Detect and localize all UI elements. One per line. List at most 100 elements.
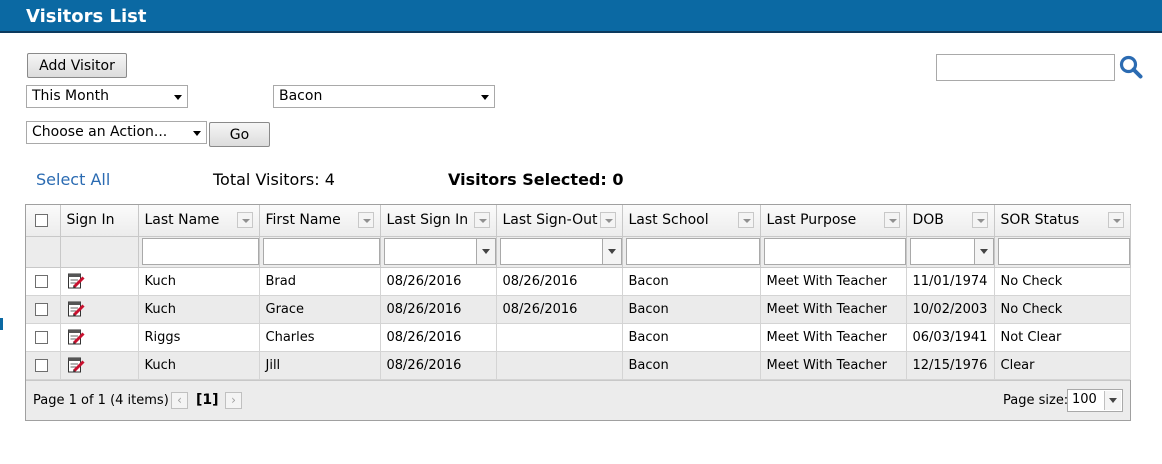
filter-last-sign-out[interactable] (496, 236, 623, 268)
cell-last-school: Bacon (622, 295, 761, 324)
cell-last-name: Kuch (138, 267, 260, 296)
filter-first-name[interactable] (259, 236, 381, 268)
filter-input[interactable] (262, 238, 379, 265)
cell-last-purpose: Meet With Teacher (760, 295, 907, 324)
column-header-last-purpose[interactable]: Last Purpose (760, 205, 907, 237)
search-icon[interactable] (1118, 54, 1144, 80)
column-menu-icon[interactable] (357, 212, 374, 228)
go-button[interactable]: Go (209, 122, 270, 147)
next-page-button[interactable]: › (225, 392, 242, 409)
filter-input[interactable] (625, 238, 759, 265)
filter-sor-status[interactable] (994, 236, 1131, 268)
checkbox[interactable] (35, 274, 48, 288)
visitors-grid: Sign In Last Name First Name Last Sign I… (25, 204, 1131, 421)
row-checkbox-cell[interactable] (26, 295, 61, 324)
column-menu-icon[interactable] (236, 212, 253, 228)
filter-date-input[interactable] (909, 238, 993, 265)
add-visitor-button[interactable]: Add Visitor (27, 53, 127, 78)
current-page[interactable]: [1] (196, 392, 219, 408)
chevron-down-icon[interactable] (475, 239, 495, 264)
table-row[interactable]: Kuch Grace 08/26/2016 08/26/2016 Bacon M… (26, 295, 1131, 324)
checkbox[interactable] (35, 302, 48, 316)
column-header-last-name[interactable]: Last Name (138, 205, 260, 237)
checkbox[interactable] (35, 213, 48, 227)
select-all-link[interactable]: Select All (36, 170, 110, 189)
filter-date-input[interactable] (499, 238, 621, 265)
filter-input[interactable] (141, 238, 258, 265)
row-checkbox-cell[interactable] (26, 323, 61, 352)
sign-in-cell[interactable] (60, 323, 139, 352)
chevron-down-icon (174, 95, 182, 100)
column-header-label: SOR Status (1000, 212, 1080, 229)
cell-last-sign-out (496, 323, 623, 352)
column-header-sor-status[interactable]: SOR Status (994, 205, 1131, 237)
column-header-label: Last School (628, 212, 709, 229)
school-select[interactable]: Bacon (273, 85, 495, 108)
page-size-select[interactable]: 100 (1067, 389, 1123, 412)
cell-dob: 12/15/1976 (906, 351, 995, 380)
filter-last-purpose[interactable] (760, 236, 907, 268)
filter-last-sign-in[interactable] (380, 236, 497, 268)
cell-last-purpose: Meet With Teacher (760, 351, 907, 380)
checkbox[interactable] (35, 330, 48, 344)
filter-row (26, 236, 1131, 268)
cell-last-sign-out (496, 351, 623, 380)
chevron-down-icon (193, 131, 201, 136)
column-header-label: Last Sign In (386, 212, 469, 229)
cell-first-name: Charles (259, 323, 381, 352)
sign-in-cell[interactable] (60, 351, 139, 380)
column-header-last-sign-in[interactable]: Last Sign In (380, 205, 497, 237)
chevron-down-icon[interactable] (601, 239, 621, 264)
filter-date-input[interactable] (383, 238, 495, 265)
column-menu-icon[interactable] (473, 212, 490, 228)
column-header-dob[interactable]: DOB (906, 205, 995, 237)
cell-last-school: Bacon (622, 267, 761, 296)
column-header-last-school[interactable]: Last School (622, 205, 761, 237)
cell-last-sign-in: 08/26/2016 (380, 295, 497, 324)
period-select[interactable]: This Month (26, 85, 188, 108)
visitors-table: Sign In Last Name First Name Last Sign I… (26, 205, 1131, 380)
filter-last-school[interactable] (622, 236, 761, 268)
sign-in-cell[interactable] (60, 267, 139, 296)
row-checkbox-cell[interactable] (26, 351, 61, 380)
period-select-value: This Month (32, 88, 109, 104)
cell-sor-status: No Check (994, 295, 1131, 324)
cell-sor-status: No Check (994, 267, 1131, 296)
pager-info: Page 1 of 1 (4 items) (33, 393, 169, 408)
filter-last-name[interactable] (138, 236, 260, 268)
select-all-checkbox-header[interactable] (26, 205, 61, 237)
filter-input[interactable] (997, 238, 1129, 265)
action-select[interactable]: Choose an Action... (26, 121, 207, 144)
checkbox[interactable] (35, 358, 48, 372)
column-header-last-sign-out[interactable]: Last Sign-Out (496, 205, 623, 237)
cell-dob: 11/01/1974 (906, 267, 995, 296)
page-size-label: Page size: (1003, 393, 1069, 408)
cell-first-name: Jill (259, 351, 381, 380)
prev-page-button[interactable]: ‹ (171, 392, 188, 409)
cell-sor-status: Not Clear (994, 323, 1131, 352)
filter-input[interactable] (763, 238, 905, 265)
filter-dob[interactable] (906, 236, 995, 268)
grid-pager: Page 1 of 1 (4 items) ‹ [1] › Page size:… (26, 380, 1130, 420)
sign-in-icon[interactable] (67, 328, 85, 346)
row-checkbox-cell[interactable] (26, 267, 61, 296)
sign-in-icon[interactable] (67, 272, 85, 290)
table-row[interactable]: Kuch Brad 08/26/2016 08/26/2016 Bacon Me… (26, 267, 1131, 296)
column-menu-icon[interactable] (737, 212, 754, 228)
sign-in-icon[interactable] (67, 356, 85, 374)
chevron-down-icon[interactable] (1104, 391, 1121, 410)
sign-in-icon[interactable] (67, 300, 85, 318)
column-menu-icon[interactable] (599, 212, 616, 228)
column-header-label: Last Name (144, 212, 220, 229)
table-row[interactable]: Riggs Charles 08/26/2016 Bacon Meet With… (26, 323, 1131, 352)
column-menu-icon[interactable] (883, 212, 900, 228)
sign-in-cell[interactable] (60, 295, 139, 324)
chevron-down-icon[interactable] (973, 239, 993, 264)
search-input[interactable] (936, 54, 1115, 81)
cell-last-sign-out: 08/26/2016 (496, 267, 623, 296)
table-row[interactable]: Kuch Jill 08/26/2016 Bacon Meet With Tea… (26, 351, 1131, 380)
action-select-value: Choose an Action... (32, 124, 168, 140)
column-menu-icon[interactable] (971, 212, 988, 228)
column-header-first-name[interactable]: First Name (259, 205, 381, 237)
column-menu-icon[interactable] (1107, 212, 1124, 228)
